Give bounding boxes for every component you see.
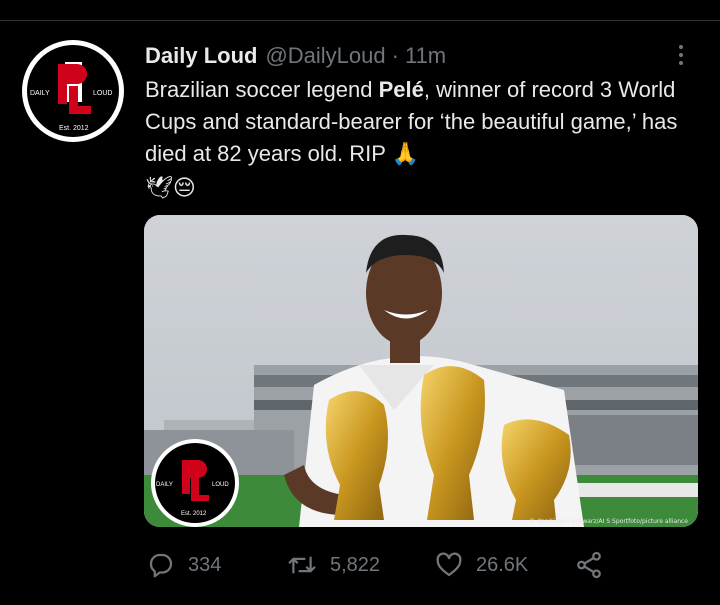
logo-est-text: Est. 2012 xyxy=(59,125,89,132)
tweet-emoji-line: 🕊😔 xyxy=(145,172,196,204)
like-button[interactable]: 26.6K xyxy=(434,548,528,582)
daily-loud-logo: DAILY LOUD Est. 2012 xyxy=(23,41,123,141)
share-icon xyxy=(577,551,601,579)
tweet-text-bold: Pelé xyxy=(378,77,424,102)
author-name[interactable]: Daily Loud xyxy=(145,43,257,69)
tweet-timestamp[interactable]: 11m xyxy=(405,43,446,69)
tweet-actions: 334 5,822 26.6K xyxy=(146,548,676,582)
dove-and-face-emoji: 🕊😔 xyxy=(145,175,196,200)
tweet-header: Daily Loud @DailyLoud · 11m xyxy=(145,40,446,72)
watermark-est-text: Est. 2012 xyxy=(181,511,207,517)
watermark-left-text: DAILY xyxy=(156,482,173,488)
retweet-icon xyxy=(288,556,316,574)
photo-watermark-logo: DAILY LOUD Est. 2012 xyxy=(151,439,239,527)
tweet-photo[interactable]: DAILY LOUD Est. 2012 © dpa/Jürgen Schwar… xyxy=(144,215,698,527)
reply-icon xyxy=(149,553,173,578)
photo-credit: © dpa/Jürgen Schwarz/AI S Sportfoto/pict… xyxy=(529,518,688,525)
like-count: 26.6K xyxy=(476,553,529,576)
reply-count: 334 xyxy=(188,553,222,576)
logo-right-text: LOUD xyxy=(93,90,112,97)
share-button[interactable] xyxy=(574,548,616,582)
logo-left-text: DAILY xyxy=(30,90,50,97)
retweet-button[interactable]: 5,822 xyxy=(286,548,380,582)
photo-scene: DAILY LOUD Est. 2012 xyxy=(144,215,698,527)
author-handle[interactable]: @DailyLoud xyxy=(265,43,385,69)
watermark-right-text: LOUD xyxy=(212,482,229,488)
like-icon xyxy=(436,552,462,577)
retweet-count: 5,822 xyxy=(330,553,381,576)
tweet-text: Brazilian soccer legend Pelé, winner of … xyxy=(145,74,693,170)
more-icon[interactable] xyxy=(672,42,690,70)
reply-button[interactable]: 334 xyxy=(146,548,221,582)
author-avatar[interactable]: DAILY LOUD Est. 2012 xyxy=(22,40,124,142)
top-divider xyxy=(0,20,720,21)
header-separator: · xyxy=(391,43,399,68)
tweet-text-part-1: Brazilian soccer legend xyxy=(145,77,379,102)
